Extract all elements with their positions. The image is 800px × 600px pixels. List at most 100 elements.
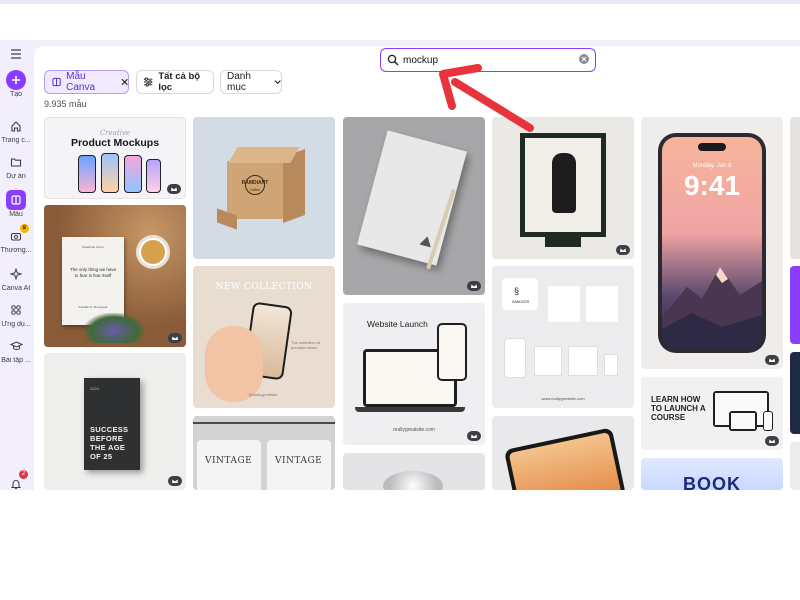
- sidebar-item-brand[interactable]: ♛ Thương...: [0, 224, 32, 254]
- template-partial-4[interactable]: [790, 442, 800, 490]
- sidebar-item-create[interactable]: Tạo: [0, 70, 32, 98]
- lockscreen-time: 9:41: [683, 170, 741, 201]
- template-product-mockups[interactable]: Creative Product Mockups: [44, 117, 186, 199]
- all-filters-label: Tất cả bộ lọc: [158, 71, 201, 93]
- notifications-button[interactable]: 2: [0, 470, 32, 494]
- template-phone-lockscreen[interactable]: Monday, Jan 8 9:41: [641, 117, 783, 369]
- clothes-rail: [193, 422, 335, 424]
- notebook-header: Notebook Cover: [82, 245, 104, 249]
- category-dropdown[interactable]: Danh mục: [220, 70, 282, 94]
- search-input[interactable]: [403, 52, 573, 68]
- templates-icon: [6, 190, 26, 210]
- collection-sub: The collection of premium items: [291, 340, 321, 350]
- cup-mockup: [604, 354, 618, 376]
- template-partial-3[interactable]: [790, 352, 800, 434]
- sidebar: Tạo Trang c... Dự án Mẫu ♛ Thương... Can…: [0, 44, 32, 490]
- phone-mockup-1: [78, 155, 96, 193]
- sidebar-label-projects: Dự án: [6, 173, 26, 180]
- graduation-cap-icon: [6, 336, 26, 356]
- phone-screen: Monday, Jan 8 9:41: [662, 137, 762, 349]
- book-small-text: 2024: [90, 386, 99, 391]
- template-notebook-cover[interactable]: Notebook Cover The only thing we have to…: [44, 205, 186, 347]
- coffee-cup: [136, 235, 170, 269]
- box-front: RAMDIANT Coffee: [227, 161, 283, 219]
- template-book-promo[interactable]: BOOK: [641, 458, 783, 490]
- sidebar-item-projects[interactable]: Dự án: [0, 152, 32, 180]
- sidebar-label-brand: Thương...: [0, 247, 32, 254]
- course-title: LEARN HOW TO LAUNCH A COURSE: [651, 395, 706, 422]
- poster-base: [545, 237, 581, 247]
- clear-search-button[interactable]: [579, 54, 589, 64]
- close-icon: [581, 56, 587, 62]
- mountain-illustration: [662, 267, 762, 349]
- all-filters-button[interactable]: Tất cả bộ lọc: [136, 70, 214, 94]
- lavender: [84, 313, 144, 343]
- crown-badge-icon: ♛: [20, 224, 29, 233]
- templates-filter-icon: [52, 77, 61, 87]
- template-kraft-box[interactable]: RAMDIANT Coffee: [193, 117, 335, 259]
- main-content: Mẫu Canva Tất cả bộ lọc Danh mục 9.935 m…: [34, 46, 800, 490]
- logo-mark-icon: §: [514, 286, 520, 296]
- sidebar-label-home: Trang c...: [1, 137, 31, 144]
- chevron-down-icon: [274, 80, 281, 85]
- search-bar[interactable]: [380, 48, 596, 72]
- shirt-left-text: VINTAGE: [205, 456, 253, 466]
- notebook-quote: The only thing we have to fear is fear i…: [69, 267, 117, 278]
- product-mockups-title: Product Mockups: [70, 137, 160, 149]
- filter-chip-canva-templates[interactable]: Mẫu Canva: [44, 70, 129, 94]
- template-website-launch[interactable]: Website Launch reallygreatsite.com: [343, 303, 485, 445]
- phone-mockup-2: [101, 153, 119, 193]
- plus-icon: [6, 70, 26, 90]
- sidebar-item-templates[interactable]: Mẫu: [0, 190, 32, 218]
- filter-chip-label: Mẫu Canva: [66, 71, 96, 93]
- shirt-left: VINTAGE: [197, 440, 261, 490]
- poster-person: [552, 153, 576, 213]
- sliders-icon: [143, 77, 153, 87]
- sidebar-label-templates: Mẫu: [9, 211, 23, 218]
- collection-handle: @reallygreatsite: [248, 392, 278, 397]
- bag-mockup-1: [548, 286, 580, 322]
- box-sub: Coffee: [249, 188, 261, 192]
- template-partial-1[interactable]: [790, 117, 800, 259]
- canva-app: Tạo Trang c... Dự án Mẫu ♛ Thương... Can…: [0, 40, 800, 490]
- sidebar-item-assignments[interactable]: Bài tập ...: [0, 336, 32, 364]
- laptop-base: [355, 407, 465, 412]
- notebook-footer: Franklin D. Roosevelt: [78, 305, 108, 309]
- phone-frame: Monday, Jan 8 9:41: [658, 133, 766, 353]
- notification-count-badge: 2: [19, 470, 28, 479]
- card-mockup-2: [568, 346, 598, 376]
- template-brand-stationery[interactable]: § SANDCER www.reallygreatsite.com: [492, 266, 634, 408]
- sidebar-item-home[interactable]: Trang c...: [0, 116, 32, 144]
- template-launch-course[interactable]: LEARN HOW TO LAUNCH A COURSE: [641, 377, 783, 450]
- course-tablet: [729, 411, 757, 431]
- tshirt-brand: SANDCER: [512, 300, 530, 304]
- hamburger-icon: [6, 44, 26, 64]
- template-partial-2[interactable]: [790, 266, 800, 344]
- card-mockup-1: [534, 346, 562, 376]
- sidebar-item-apps[interactable]: Ứng dụ...: [0, 300, 32, 328]
- template-vintage-shirts[interactable]: VINTAGE VINTAGE: [193, 416, 335, 490]
- product-mockups-script: Creative: [99, 129, 131, 137]
- premium-crown-icon: [765, 355, 779, 365]
- template-new-collection[interactable]: NEW COLLECTION The collection of premium…: [193, 266, 335, 408]
- collection-title: NEW COLLECTION: [215, 282, 313, 292]
- remove-filter-icon[interactable]: [121, 78, 128, 86]
- top-strip: [0, 0, 800, 4]
- sidebar-label-assignments: Bài tập ...: [1, 357, 31, 364]
- apps-icon: [6, 300, 26, 320]
- home-icon: [6, 116, 26, 136]
- template-notebook-pen[interactable]: [343, 117, 485, 295]
- sidebar-item-canva-ai[interactable]: Canva AI: [0, 264, 32, 292]
- template-poster-stand[interactable]: [492, 117, 634, 259]
- phone-mockup-4: [146, 159, 161, 193]
- course-phone: [763, 411, 773, 431]
- result-count: 9.935 mẫu: [44, 99, 87, 109]
- template-silver-object[interactable]: [343, 453, 485, 490]
- sidebar-label-canva-ai: Canva AI: [1, 285, 31, 292]
- folder-icon: [6, 152, 26, 172]
- template-tablet-sunset[interactable]: [492, 416, 634, 490]
- sidebar-menu-button[interactable]: [0, 44, 32, 64]
- template-success-book[interactable]: 2024 SUCCESS BEFORE THE AGE OF 25: [44, 353, 186, 490]
- premium-crown-icon: [616, 245, 630, 255]
- premium-crown-icon: [467, 281, 481, 291]
